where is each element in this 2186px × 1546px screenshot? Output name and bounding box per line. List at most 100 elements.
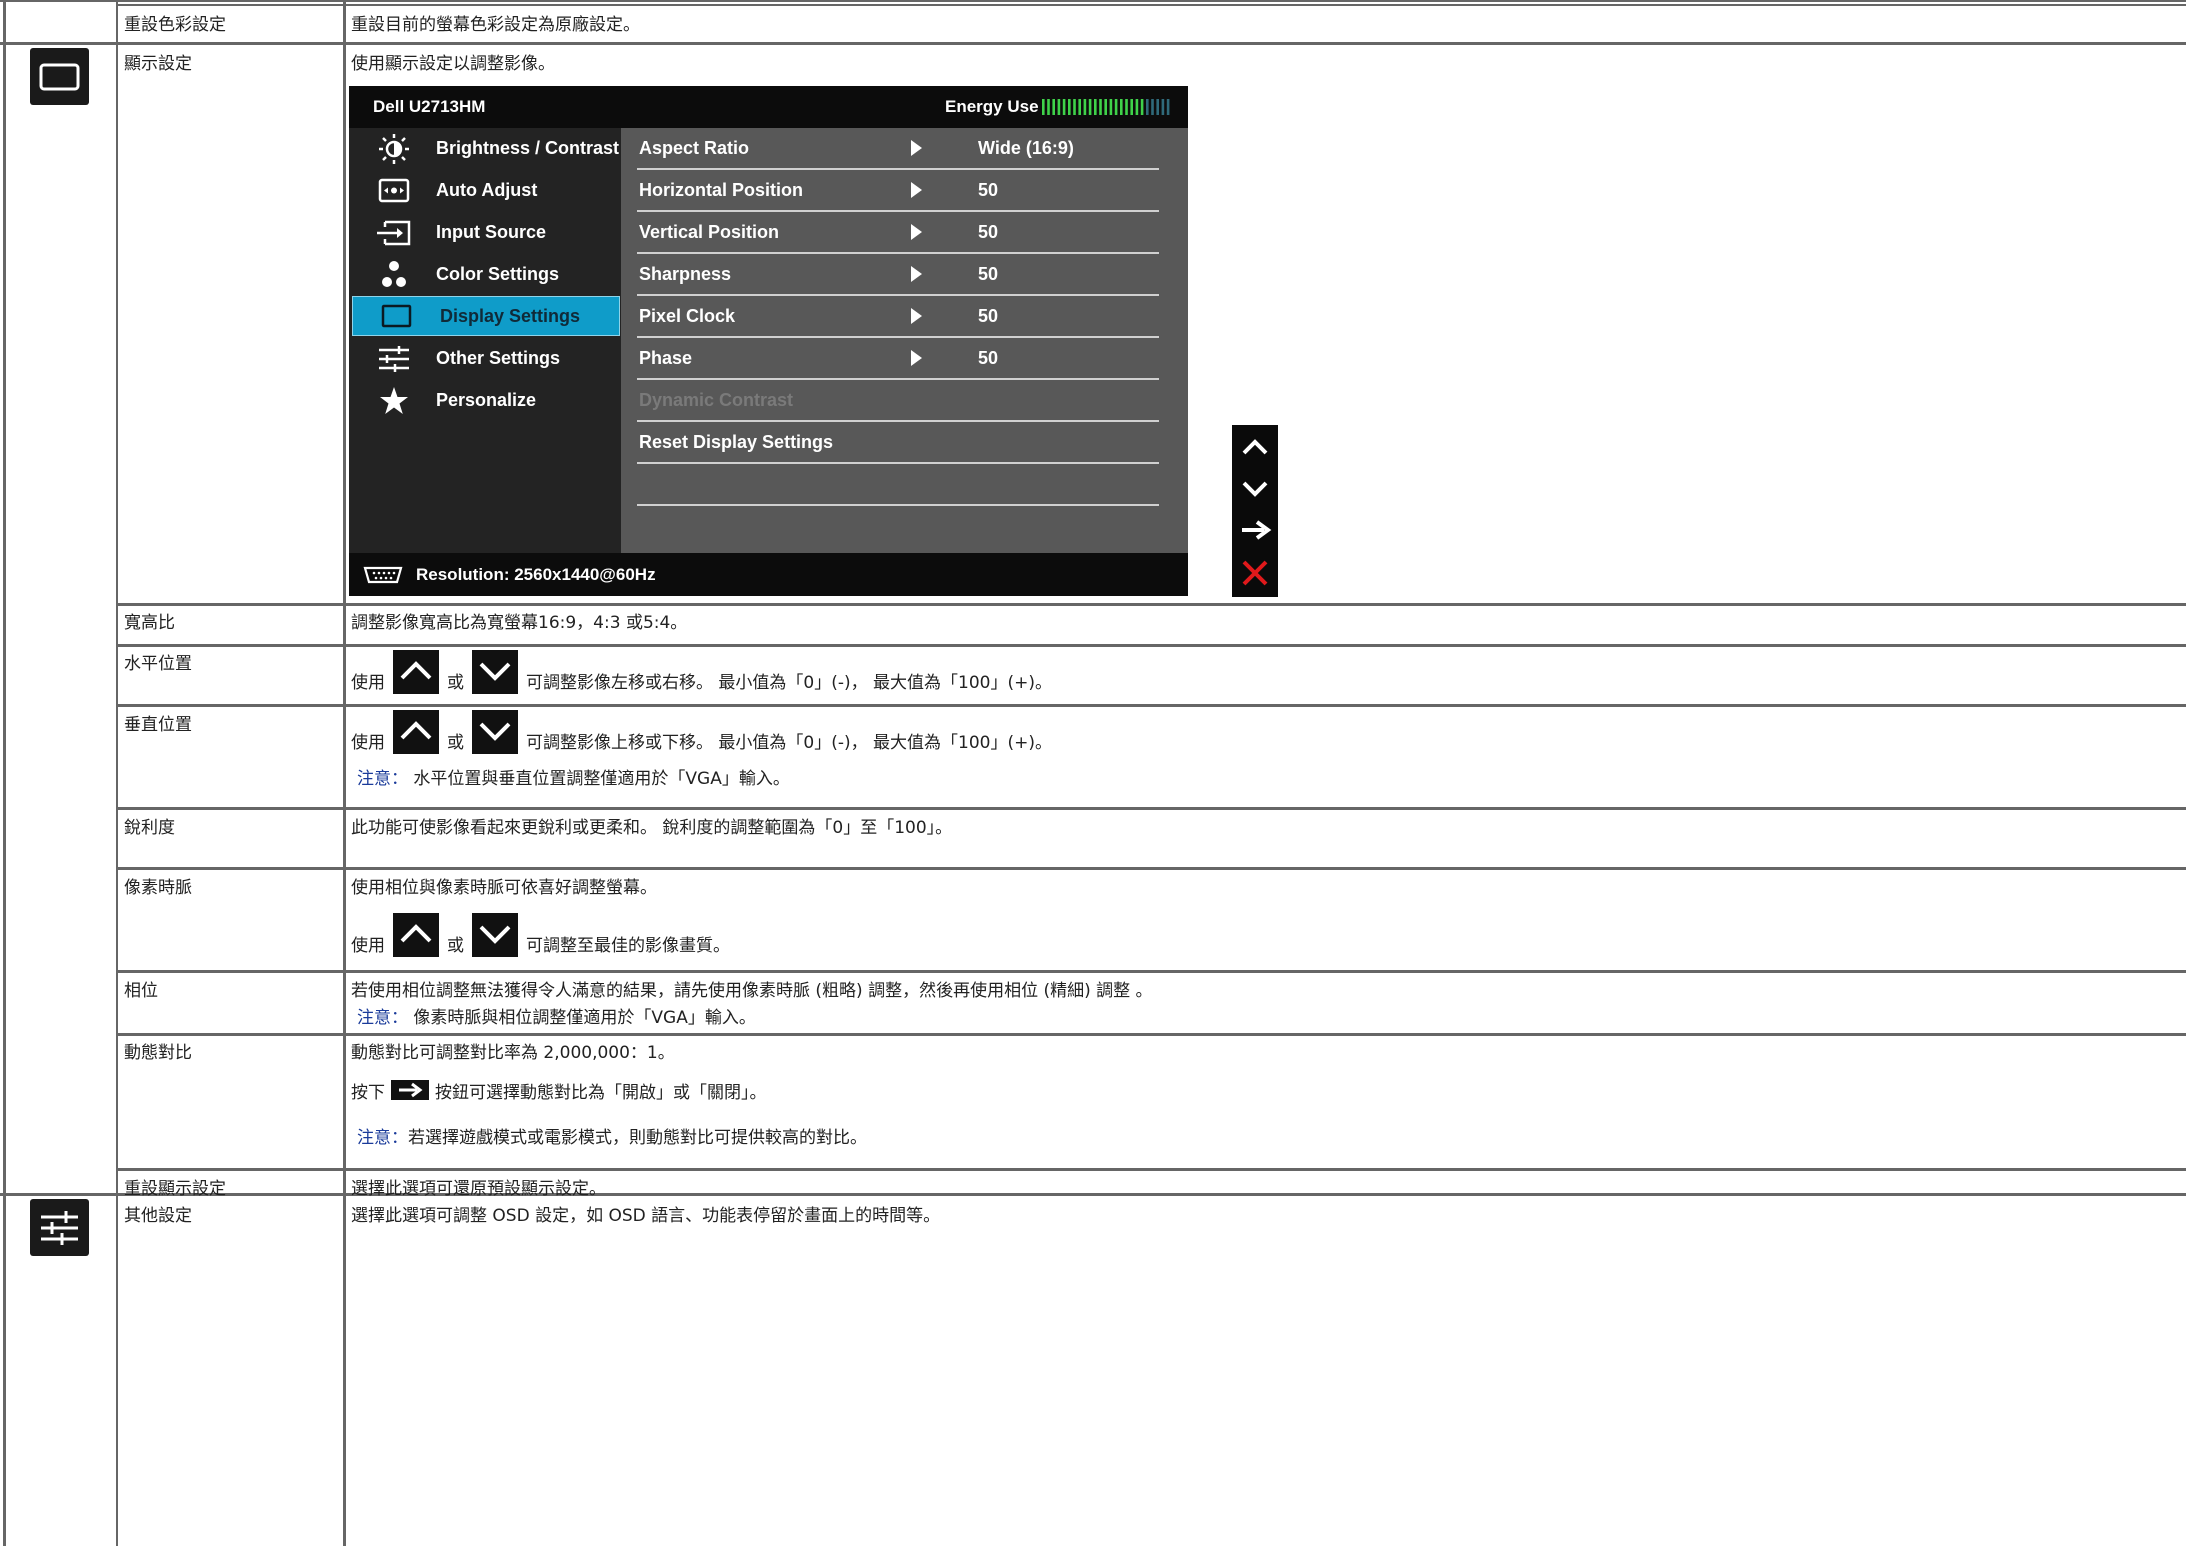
dynamic-contrast-press: 按下 按鈕可選擇動態對比為「開啟」或「關閉」。	[351, 1078, 767, 1103]
aspect-ratio-label: 寬高比	[124, 613, 175, 633]
energy-tick	[1083, 99, 1087, 115]
pixel-clock-text: 可調整至最佳的影像畫質。	[526, 936, 730, 956]
note-text: 水平位置與垂直位置調整僅適用於「VGA」輸入。	[408, 769, 790, 789]
osd-nav-buttons	[1232, 425, 1278, 597]
close-icon[interactable]	[1241, 559, 1269, 587]
or-text: 或	[447, 673, 464, 693]
phase-desc: 若使用相位調整無法獲得令人滿意的結果，請先使用像素時脈 (粗略) 調整，然後再使…	[351, 981, 1153, 1001]
note-label: 注意：	[357, 1128, 408, 1148]
display-settings-icon	[381, 304, 412, 328]
display-settings-icon	[30, 48, 89, 105]
star-icon	[380, 387, 408, 414]
input-source-icon	[377, 220, 411, 246]
play-arrow-icon	[911, 350, 922, 366]
play-arrow-icon	[911, 182, 922, 198]
energy-tick	[1104, 99, 1107, 115]
energy-use-label: Energy Use	[945, 97, 1039, 116]
osd-menu-color-settings[interactable]: Color Settings	[349, 254, 621, 296]
vpos-text: 可調整影像上移或下移。 最小值為「0」(-)， 最大值為「100」(+)。	[526, 733, 1052, 753]
or-text: 或	[447, 733, 464, 753]
osd-menu-brightness-contrast[interactable]: Brightness / Contrast	[349, 128, 621, 170]
horizontal-position-desc: 使用 或 可調整影像左移或右移。 最小值為「0」(-)， 最大值為「100」(+)。	[351, 650, 1052, 694]
up-button-icon	[393, 913, 439, 957]
osd-menu-label: Other Settings	[436, 348, 561, 368]
vpos-note: 注意： 水平位置與垂直位置調整僅適用於「VGA」輸入。	[357, 764, 790, 789]
osd-row-value: 50	[978, 264, 999, 284]
vertical-position-desc: 使用 或 可調整影像上移或下移。 最小值為「0」(-)， 最大值為「100」(+)。	[351, 710, 1052, 754]
dynamic-contrast-note: 注意：若選擇遊戲模式或電影模式，則動態對比可提供較高的對比。	[357, 1123, 867, 1148]
right-button-icon	[391, 1080, 429, 1100]
or-text: 或	[447, 936, 464, 956]
osd-header: Dell U2713HM Energy Use	[349, 86, 1188, 128]
osd-row-aspect-ratio[interactable]: Aspect Ratio Wide (16:9)	[637, 128, 1159, 170]
pixel-clock-label: 像素時脈	[124, 878, 192, 898]
osd-row-vertical-position[interactable]: Vertical Position 50	[637, 212, 1159, 254]
note-text: 像素時脈與相位調整僅適用於「VGA」輸入。	[408, 1008, 756, 1028]
up-arrow-icon[interactable]	[1241, 437, 1269, 457]
osd-footer: Resolution: 2560x1440@60Hz	[349, 553, 1188, 596]
osd-row-name: Horizontal Position	[639, 180, 803, 200]
osd-menu-display-settings[interactable]: Display Settings	[352, 296, 620, 336]
energy-tick	[1088, 99, 1092, 115]
pixel-clock-desc: 使用相位與像素時脈可依喜好調整螢幕。	[351, 878, 657, 898]
osd-row-empty	[637, 464, 1159, 506]
auto-adjust-icon	[378, 178, 410, 203]
osd-row-name: Aspect Ratio	[639, 138, 750, 158]
osd-menu-label: Personalize	[436, 390, 537, 410]
dynamic-contrast-desc: 動態對比可調整對比率為 2,000,000：1。	[351, 1043, 675, 1063]
osd-menu-input-source[interactable]: Input Source	[349, 212, 621, 254]
osd-row-name: Sharpness	[639, 264, 732, 284]
osd-row-name: Phase	[639, 348, 693, 368]
osd-menu-label: Display Settings	[440, 306, 581, 326]
other-settings-label: 其他設定	[124, 1206, 192, 1226]
right-arrow-icon[interactable]	[1240, 519, 1272, 541]
energy-tick	[1042, 99, 1045, 115]
osd-row-value: 50	[978, 180, 999, 200]
osd-row-horizontal-position[interactable]: Horizontal Position 50	[637, 170, 1159, 212]
energy-meter	[1042, 99, 1170, 115]
energy-tick	[1125, 99, 1128, 115]
osd-row-dynamic-contrast: Dynamic Contrast	[637, 380, 1159, 422]
note-label: 注意：	[357, 769, 408, 789]
horizontal-position-label: 水平位置	[124, 654, 192, 674]
osd-row-value: 50	[978, 222, 999, 242]
sharpness-label: 銳利度	[124, 818, 175, 838]
energy-tick	[1094, 99, 1097, 115]
hpos-text: 可調整影像左移或右移。 最小值為「0」(-)， 最大值為「100」(+)。	[526, 673, 1052, 693]
energy-tick	[1057, 99, 1061, 115]
osd-menu-personalize[interactable]: Personalize	[349, 380, 621, 422]
energy-tick	[1099, 99, 1102, 115]
energy-tick	[1135, 99, 1139, 115]
other-settings-desc: 選擇此選項可調整 OSD 設定，如 OSD 語言、功能表停留於畫面上的時間等。	[351, 1206, 941, 1226]
energy-tick	[1109, 99, 1113, 115]
osd-row-phase[interactable]: Phase 50	[637, 338, 1159, 380]
energy-tick	[1052, 99, 1055, 115]
osd-row-value: Wide (16:9)	[978, 138, 1074, 158]
osd-row-sharpness[interactable]: Sharpness 50	[637, 254, 1159, 296]
osd-left-panel: Brightness / Contrast Auto Adjust Input …	[349, 128, 621, 553]
other-settings-icon	[379, 346, 409, 372]
down-arrow-icon[interactable]	[1241, 479, 1269, 499]
osd-row-name: Vertical Position	[639, 222, 780, 242]
play-arrow-icon	[911, 224, 922, 240]
osd-row-reset-display-settings[interactable]: Reset Display Settings	[637, 422, 1159, 464]
osd-row-name: Dynamic Contrast	[639, 390, 794, 410]
energy-tick	[1161, 99, 1165, 115]
other-settings-icon	[30, 1199, 89, 1256]
energy-tick	[1073, 99, 1076, 115]
osd-row-pixel-clock[interactable]: Pixel Clock 50	[637, 296, 1159, 338]
osd-menu-other-settings[interactable]: Other Settings	[349, 338, 621, 380]
phase-label: 相位	[124, 981, 158, 1001]
energy-tick	[1114, 99, 1118, 115]
dynamic-contrast-label: 動態對比	[124, 1043, 192, 1063]
use-text: 使用	[351, 733, 385, 753]
energy-tick	[1120, 99, 1123, 115]
use-text: 使用	[351, 673, 385, 693]
osd-settings-panel: Aspect Ratio Wide (16:9) Horizontal Posi…	[621, 128, 1188, 553]
osd-menu-auto-adjust[interactable]: Auto Adjust	[349, 170, 621, 212]
brightness-icon	[379, 134, 409, 164]
aspect-ratio-desc: 調整影像寬高比為寬螢幕16:9，4:3 或5:4。	[351, 613, 688, 633]
sharpness-desc: 此功能可使影像看起來更銳利或更柔和。 銳利度的調整範圍為「0」至「100」。	[351, 818, 953, 838]
play-arrow-icon	[911, 308, 922, 324]
display-settings-desc: 使用顯示設定以調整影像。	[351, 54, 555, 74]
